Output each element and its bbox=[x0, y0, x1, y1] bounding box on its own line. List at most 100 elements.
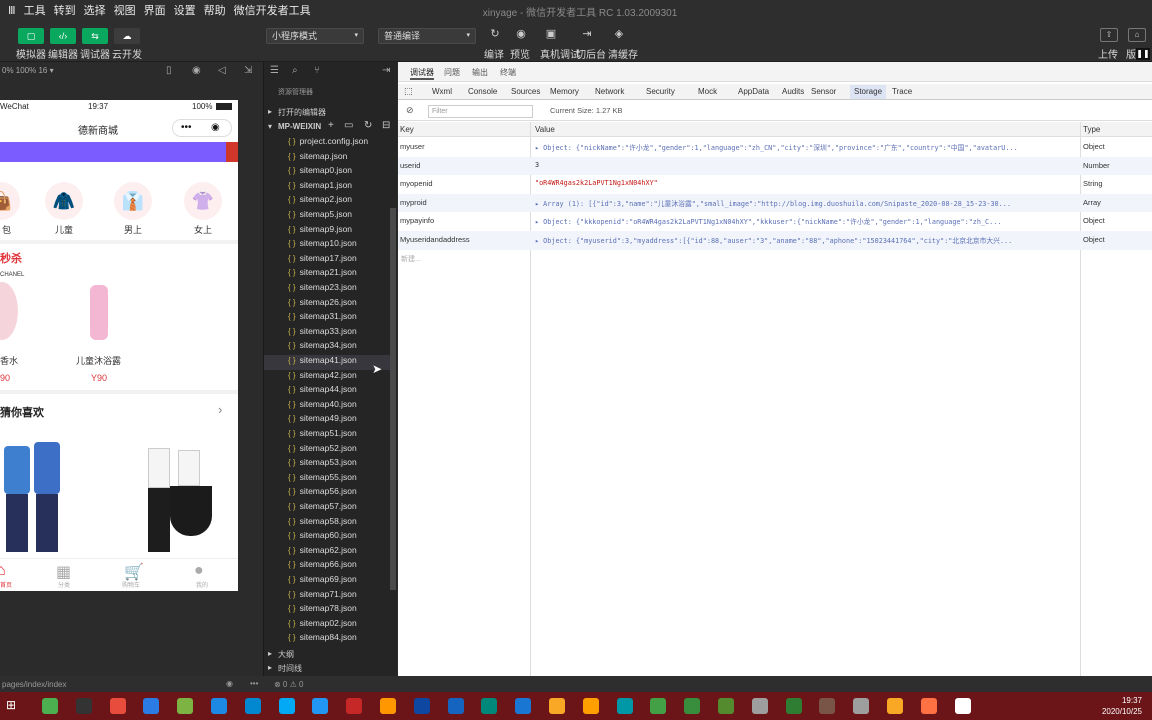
tab-storage[interactable]: Storage bbox=[850, 85, 887, 99]
file-item[interactable]: { } sitemap17.json bbox=[264, 253, 392, 268]
table-row[interactable]: myuser ▸ Object: {"nickName":"许小龙","gende… bbox=[398, 138, 1152, 157]
volume-icon[interactable]: ◁ bbox=[218, 65, 226, 76]
inspect-icon[interactable]: ⬚ bbox=[404, 86, 413, 97]
toolbar-button-label[interactable]: 编辑器 bbox=[48, 46, 78, 61]
product-name[interactable]: 儿童沐浴露 bbox=[76, 354, 121, 367]
file-item[interactable]: { } sitemap53.json bbox=[264, 457, 392, 472]
refresh-icon[interactable]: ↻ bbox=[486, 28, 504, 42]
devtools-top-tab[interactable]: 问题 bbox=[444, 67, 460, 78]
taskbar-app-icon[interactable] bbox=[920, 698, 937, 714]
phone-icon[interactable]: ▢ bbox=[18, 28, 44, 44]
file-item[interactable]: { } sitemap10.json bbox=[264, 238, 392, 253]
taskbar-app-icon[interactable] bbox=[346, 698, 363, 714]
toolbar-button-label[interactable]: 预览 bbox=[510, 46, 530, 61]
file-item[interactable]: { } sitemap57.json bbox=[264, 501, 392, 516]
file-item[interactable]: { } sitemap2.json bbox=[264, 194, 392, 209]
clear-icon[interactable]: ⊘ bbox=[406, 105, 414, 116]
column-type[interactable]: Type bbox=[1083, 125, 1100, 134]
file-item[interactable]: { } sitemap.json bbox=[264, 151, 392, 166]
toolbar-button-label[interactable]: 云开发 bbox=[112, 46, 142, 61]
menu-item[interactable]: 设置 bbox=[174, 2, 196, 18]
file-item[interactable]: { } sitemap0.json bbox=[264, 165, 392, 180]
file-item[interactable]: { } sitemap23.json bbox=[264, 282, 392, 297]
more-icon[interactable]: ••• bbox=[250, 679, 258, 688]
compile-select[interactable]: 普通编译 ▾ bbox=[378, 28, 476, 44]
kids-uniform-image[interactable] bbox=[0, 438, 68, 556]
tab-console[interactable]: Console bbox=[468, 87, 497, 96]
menu-item[interactable]: 视图 bbox=[114, 2, 136, 18]
tab-cart[interactable]: 购物车 bbox=[122, 580, 140, 589]
file-item[interactable]: { } sitemap5.json bbox=[264, 209, 392, 224]
category-men-icon[interactable]: 👔 bbox=[114, 182, 152, 220]
taskbar-app-icon[interactable] bbox=[718, 698, 734, 714]
file-item[interactable]: { } sitemap56.json bbox=[264, 486, 392, 501]
search-icon[interactable]: ⌕ bbox=[292, 65, 298, 76]
file-item[interactable]: { } sitemap60.json bbox=[264, 530, 392, 545]
cart-icon[interactable]: 🛒 bbox=[124, 562, 144, 582]
record-icon[interactable]: ◉ bbox=[192, 65, 201, 76]
open-editors-section[interactable]: ▸ 打开的编辑器 bbox=[264, 104, 398, 120]
taskbar-app-icon[interactable] bbox=[616, 698, 633, 714]
taskbar-app-icon[interactable] bbox=[75, 698, 92, 714]
tab-sensor[interactable]: Sensor bbox=[811, 87, 836, 96]
taskbar-app-icon[interactable] bbox=[278, 698, 295, 714]
more-button[interactable]: ••• bbox=[181, 122, 192, 133]
filter-input[interactable]: Filter bbox=[428, 105, 533, 118]
project-section[interactable]: ▾ MP-WEIXIN + ▭ ↻ ⊟ bbox=[264, 119, 398, 135]
explorer-scrollbar[interactable] bbox=[390, 208, 396, 590]
upload-icon[interactable]: ⇧ bbox=[1100, 28, 1118, 42]
version-icon[interactable]: ⌂ bbox=[1128, 28, 1146, 42]
taskbar-app-icon[interactable] bbox=[244, 698, 261, 714]
new-folder-icon[interactable]: ▭ bbox=[344, 120, 353, 131]
file-item[interactable]: { } sitemap51.json bbox=[264, 428, 392, 443]
category-women-icon[interactable]: 👚 bbox=[184, 182, 222, 220]
taskbar-app-icon[interactable] bbox=[312, 698, 329, 714]
devtools-top-tab[interactable]: 终端 bbox=[500, 67, 516, 78]
file-item[interactable]: { } sitemap02.json bbox=[264, 618, 392, 633]
file-item[interactable]: { } sitemap44.json bbox=[264, 384, 392, 399]
column-value[interactable]: Value bbox=[535, 125, 555, 134]
page-path[interactable]: pages/index/index bbox=[2, 680, 67, 689]
table-row[interactable]: myproid ▸ Array (1): [{"id":3,"name":"儿童沐… bbox=[398, 193, 1152, 213]
new-file-icon[interactable]: + bbox=[328, 120, 334, 131]
taskbar-app-icon[interactable] bbox=[380, 698, 396, 714]
file-item[interactable]: { } sitemap26.json bbox=[264, 297, 392, 312]
file-item[interactable]: { } sitemap66.json bbox=[264, 559, 392, 574]
cloud-icon[interactable]: ☁ bbox=[114, 28, 140, 44]
file-item[interactable]: { } sitemap1.json bbox=[264, 180, 392, 195]
user-icon[interactable]: ● bbox=[194, 562, 204, 580]
pause-icon[interactable]: ❚❚ bbox=[1136, 48, 1150, 60]
file-item[interactable]: { } sitemap84.json bbox=[264, 632, 392, 647]
clear-cache-icon[interactable]: ◈ bbox=[610, 28, 628, 42]
file-item[interactable]: { } sitemap52.json bbox=[264, 443, 392, 458]
taskbar-app-icon[interactable] bbox=[785, 698, 802, 714]
taskbar-app-icon[interactable] bbox=[413, 698, 430, 714]
perfume-image[interactable] bbox=[0, 282, 18, 340]
clock[interactable]: 19:37 2020/10/25 bbox=[1102, 695, 1142, 717]
toolbar-button-label[interactable]: 上传 bbox=[1098, 46, 1118, 61]
table-row[interactable]: Myuseridandaddress ▸ Object: {"myuserid":… bbox=[398, 231, 1152, 250]
toolbar-button-label[interactable]: 编译 bbox=[484, 46, 504, 61]
toolbar-button-label[interactable]: 版 bbox=[1126, 46, 1136, 61]
table-row[interactable]: mypayinfo ▸ Object: {"kkkopenid":"oR4WR4g… bbox=[398, 212, 1152, 231]
timeline-section[interactable]: ▸ 时间线 bbox=[264, 660, 398, 676]
file-item[interactable]: { } sitemap78.json bbox=[264, 603, 392, 618]
taskbar-app-icon[interactable] bbox=[853, 698, 870, 714]
phone-icon[interactable]: ▯ bbox=[166, 65, 172, 76]
tab-category[interactable]: 分类 bbox=[58, 580, 70, 589]
list-icon[interactable]: ☰ bbox=[270, 65, 279, 76]
file-item[interactable]: { } sitemap40.json bbox=[264, 399, 392, 414]
taskbar-app-icon[interactable] bbox=[954, 698, 971, 714]
tab-sources[interactable]: Sources bbox=[511, 87, 540, 96]
menu-item[interactable]: 微信开发者工具 bbox=[234, 2, 311, 18]
table-row[interactable]: userid 3 Number bbox=[398, 156, 1152, 176]
school-uniform-image[interactable] bbox=[140, 440, 218, 558]
start-icon[interactable]: ⊞ bbox=[6, 698, 16, 712]
taskbar-app-icon[interactable] bbox=[582, 698, 599, 714]
menu-item[interactable]: 工具 bbox=[24, 2, 46, 18]
refresh-icon[interactable]: ↻ bbox=[364, 120, 372, 131]
menu-item[interactable]: 帮助 bbox=[204, 2, 226, 18]
file-item[interactable]: { } sitemap69.json bbox=[264, 574, 392, 589]
taskbar-app-icon[interactable] bbox=[515, 698, 532, 714]
taskbar-app-icon[interactable] bbox=[650, 698, 667, 714]
